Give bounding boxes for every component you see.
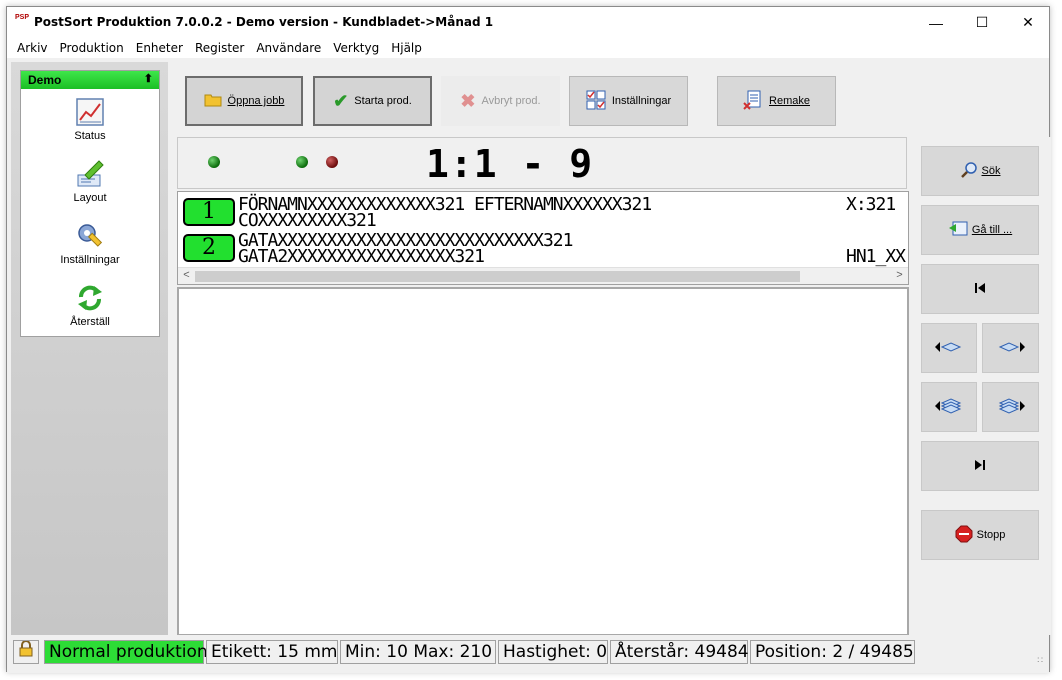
status-led-3 [326, 156, 338, 168]
next-stack-icon [996, 397, 1026, 417]
menu-anvandare[interactable]: Användare [250, 38, 327, 58]
previous-record-button[interactable] [921, 323, 977, 373]
app-logo-icon: PSP [15, 14, 30, 21]
lock-icon [19, 640, 33, 662]
skip-first-icon [974, 282, 986, 297]
settings-tools-icon [75, 221, 105, 251]
client-area: Demo ⬆ Status Layout Inställningar Åters… [7, 58, 1051, 636]
settings-button[interactable]: Inställningar [569, 76, 688, 126]
stop-label: Stopp [976, 529, 1006, 541]
sidebar-item-label: Inställningar [60, 254, 120, 266]
min-max-status: Min: 10 Max: 210 [340, 640, 496, 664]
sidebar-item-label: Återställ [70, 316, 110, 328]
record-line: COXXXXXXXXX321 [238, 210, 377, 231]
last-record-button[interactable] [921, 441, 1039, 491]
skip-last-icon [974, 459, 986, 474]
checkmark-icon: ✔ [333, 90, 349, 111]
search-label: Sök [981, 165, 1001, 177]
remake-button[interactable]: Remake [717, 76, 836, 126]
sidebar-item-label: Status [74, 130, 106, 142]
goto-label: Gå till ... [971, 224, 1013, 236]
sidebar-item-layout[interactable]: Layout [21, 159, 159, 204]
status-led-1 [208, 156, 220, 168]
abort-prod-button[interactable]: ✖ Avbryt prod. [441, 76, 560, 126]
open-job-button[interactable]: Öppna jobb [185, 76, 303, 126]
record-right-text: X:321 [846, 194, 896, 215]
menu-hjalp[interactable]: Hjälp [385, 38, 428, 58]
refresh-icon [75, 283, 105, 313]
menu-produktion[interactable]: Produktion [54, 38, 130, 58]
settings-grid-icon [586, 90, 606, 113]
main-display-area [177, 287, 909, 636]
menu-arkiv[interactable]: Arkiv [11, 38, 54, 58]
scroll-left-icon[interactable]: < [178, 269, 195, 284]
record-badge: 1 [183, 198, 235, 226]
start-prod-label: Starta prod. [354, 95, 412, 107]
folder-icon [204, 93, 222, 110]
window-title: PostSort Produktion 7.0.0.2 - Demo versi… [34, 15, 494, 29]
sidebar-item-aterstall[interactable]: Återställ [21, 283, 159, 328]
navigation-panel: Sök Gå till ... Stopp [911, 137, 1051, 635]
record-badge: 2 [183, 234, 235, 262]
scrollbar-thumb[interactable] [195, 271, 800, 282]
maximize-button[interactable]: ☐ [959, 7, 1005, 38]
remaining-status: Återstår: 49484 [610, 640, 749, 664]
sidebar-item-status[interactable]: Status [21, 97, 159, 142]
remake-label: Remake [769, 95, 810, 107]
goto-arrow-icon [948, 221, 968, 240]
sidebar-group-header[interactable]: Demo ⬆ [21, 71, 159, 89]
record-line: GATA2XXXXXXXXXXXXXXXXX321 [238, 246, 485, 267]
position-status: Position: 2 / 49485 [750, 640, 915, 664]
collapse-chevron-icon[interactable]: ⬆ [144, 72, 153, 85]
production-mode-badge: Normal produktion [44, 640, 208, 664]
close-button[interactable]: ✕ [1005, 7, 1051, 38]
side-panel: Demo ⬆ Status Layout Inställningar Åters… [11, 62, 168, 635]
stop-button[interactable]: Stopp [921, 510, 1039, 560]
main-window: PSP PostSort Produktion 7.0.0.2 - Demo v… [6, 6, 1051, 673]
counter-display: 1:1 - 9 [426, 142, 594, 186]
open-job-label: Öppna jobb [227, 95, 285, 107]
document-remake-icon [743, 90, 763, 113]
start-prod-button[interactable]: ✔ Starta prod. [313, 76, 432, 126]
magnifier-icon [960, 161, 978, 182]
abort-prod-label: Avbryt prod. [481, 95, 541, 107]
menu-enheter[interactable]: Enheter [130, 38, 189, 58]
first-record-button[interactable] [921, 264, 1039, 314]
minimize-button[interactable]: — [913, 7, 959, 38]
production-info-bar: 1:1 - 9 [177, 137, 907, 189]
prev-stack-icon [934, 397, 964, 417]
stop-sign-icon [955, 525, 973, 546]
lock-button[interactable] [13, 640, 39, 664]
record-preview: 1 FÖRNAMNXXXXXXXXXXXXX321 EFTERNAMNXXXXX… [177, 191, 909, 285]
prev-sheet-icon [934, 340, 964, 357]
status-bar: Normal produktion Etikett: 15 mm Min: 10… [7, 635, 1049, 673]
menu-bar: Arkiv Produktion Enheter Register Använd… [7, 38, 1049, 58]
settings-label: Inställningar [611, 95, 672, 107]
sidebar-group-demo: Demo ⬆ Status Layout Inställningar Åters… [20, 70, 160, 337]
next-sheet-icon [996, 340, 1026, 357]
toolbar: Öppna jobb ✔ Starta prod. ✖ Avbryt prod. [175, 66, 911, 136]
speed-status: Hastighet: 0 [498, 640, 608, 664]
sidebar-item-installningar[interactable]: Inställningar [21, 221, 159, 266]
horizontal-scrollbar[interactable]: < > [178, 267, 908, 284]
status-led-2 [296, 156, 308, 168]
goto-button[interactable]: Gå till ... [921, 205, 1039, 255]
menu-register[interactable]: Register [189, 38, 250, 58]
search-button[interactable]: Sök [921, 146, 1039, 196]
chart-icon [75, 97, 105, 127]
sidebar-item-label: Layout [73, 192, 107, 204]
label-size-status: Etikett: 15 mm [206, 640, 338, 664]
resize-grip-icon[interactable]: ∷ [1037, 655, 1043, 666]
abort-x-icon: ✖ [460, 90, 476, 111]
next-bundle-button[interactable] [982, 382, 1039, 432]
layout-pen-icon [75, 159, 105, 189]
record-right-text: HN1_XX [846, 246, 906, 267]
scroll-right-icon[interactable]: > [891, 269, 908, 284]
previous-bundle-button[interactable] [921, 382, 977, 432]
menu-verktyg[interactable]: Verktyg [327, 38, 385, 58]
sidebar-group-title: Demo [28, 73, 62, 87]
next-record-button[interactable] [982, 323, 1039, 373]
title-bar: PSP PostSort Produktion 7.0.0.2 - Demo v… [7, 7, 1049, 38]
